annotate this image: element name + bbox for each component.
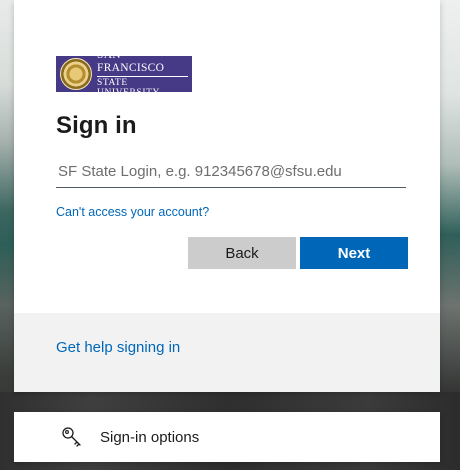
logo-line2: STATE UNIVERSITY	[97, 77, 160, 98]
help-section: Get help signing in	[14, 313, 440, 392]
university-seal-icon	[60, 58, 92, 90]
logo-line1: SAN FRANCISCO	[97, 49, 165, 74]
back-button[interactable]: Back	[188, 237, 296, 269]
page-title: Sign in	[56, 112, 137, 139]
email-field[interactable]	[56, 156, 406, 188]
key-icon	[62, 427, 81, 447]
next-button[interactable]: Next	[300, 237, 408, 269]
org-logo: SAN FRANCISCO STATE UNIVERSITY	[56, 49, 192, 98]
signin-options-button[interactable]: Sign-in options	[14, 412, 440, 462]
cant-access-account-link[interactable]: Can't access your account?	[56, 205, 209, 219]
logo-text: SAN FRANCISCO STATE UNIVERSITY	[97, 49, 188, 98]
signin-card: SAN FRANCISCO STATE UNIVERSITY Sign in C…	[14, 0, 440, 392]
signin-form: SAN FRANCISCO STATE UNIVERSITY Sign in C…	[56, 49, 408, 269]
logo-divider	[97, 75, 188, 77]
get-help-signing-in-link[interactable]: Get help signing in	[56, 339, 180, 356]
signin-options-label: Sign-in options	[100, 428, 200, 446]
button-row: Back Next	[188, 237, 408, 269]
